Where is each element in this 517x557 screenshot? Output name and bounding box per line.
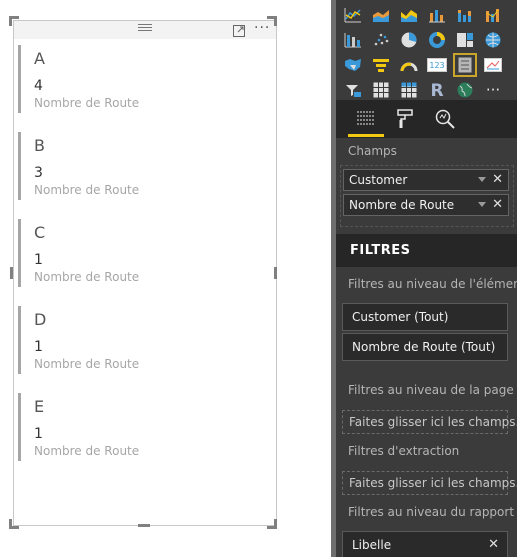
drop-zone-hint: Faites glisser ici les champs... (349, 415, 517, 429)
card-value: 3 (34, 165, 43, 181)
globe-icon[interactable] (454, 79, 476, 101)
svg-text:123: 123 (429, 61, 444, 70)
filter-card-libelle[interactable]: Libelle ✕ (342, 531, 508, 557)
filter-card-nombre-de-route[interactable]: Nombre de Route (Tout) (342, 333, 508, 361)
visual-header: ··· (14, 20, 276, 39)
ribbon-chart-icon[interactable] (482, 4, 504, 26)
visualizations-pane: 123 R ··· Champs Customer ✕ Nombre de Ro… (336, 0, 517, 557)
filled-map-icon[interactable] (342, 54, 364, 76)
donut-chart-icon[interactable] (426, 29, 448, 51)
chevron-down-icon[interactable] (478, 177, 486, 182)
r-visual-icon[interactable]: R (426, 79, 448, 101)
scatter-chart-icon[interactable] (370, 29, 392, 51)
resize-handle[interactable] (274, 16, 277, 26)
active-tab-indicator (348, 134, 384, 137)
field-well-customer[interactable]: Customer ✕ (343, 169, 509, 191)
area-chart-icon[interactable] (370, 4, 392, 26)
visual-filters-label: Filtres au niveau de l'élément... (348, 277, 517, 291)
svg-text:R: R (430, 81, 443, 99)
card-label: Nombre de Route (34, 270, 140, 284)
card-label: Nombre de Route (34, 96, 140, 110)
card-row[interactable]: B 3 Nombre de Route (18, 132, 221, 200)
matrix-icon[interactable] (398, 79, 420, 101)
kpi-icon[interactable] (482, 54, 504, 76)
remove-field-icon[interactable]: ✕ (492, 195, 503, 215)
pie-chart-icon[interactable] (398, 29, 420, 51)
card-row[interactable]: C 1 Nombre de Route (18, 219, 221, 287)
waterfall-chart-icon[interactable] (342, 29, 364, 51)
drillthrough-filters-label: Filtres d'extraction (348, 444, 460, 458)
table-icon[interactable] (370, 79, 392, 101)
filters-header: FILTRES (336, 234, 517, 267)
filters-title: FILTRES (350, 243, 411, 258)
card-value: 4 (34, 78, 43, 94)
stacked-area-chart-icon[interactable] (398, 4, 420, 26)
resize-handle[interactable] (274, 267, 277, 279)
card-row[interactable]: D 1 Nombre de Route (18, 306, 221, 374)
filter-label: Nombre de Route (Tout) (352, 340, 496, 354)
drillthrough-drop-zone[interactable]: Faites glisser ici les champs... (342, 471, 517, 495)
remove-field-icon[interactable]: ✕ (492, 170, 503, 190)
filter-label: Libelle (352, 538, 392, 552)
card-title: D (34, 310, 47, 329)
pane-tabs (336, 100, 517, 138)
filter-label: Customer (Tout) (352, 310, 449, 324)
gauge-icon[interactable] (398, 54, 420, 76)
card-label: Nombre de Route (34, 357, 140, 371)
card-row[interactable]: A 4 Nombre de Route (18, 45, 221, 113)
card-title: E (34, 397, 45, 416)
drop-zone-hint: Faites glisser ici les champs... (349, 476, 517, 490)
slicer-icon[interactable] (342, 79, 364, 101)
line-clustered-column-icon[interactable] (426, 4, 448, 26)
card-row[interactable]: E 1 Nombre de Route (18, 393, 221, 461)
report-canvas: ··· A 4 Nombre de Route B 3 Nombre de Ro… (0, 0, 331, 557)
chevron-down-icon[interactable] (478, 202, 486, 207)
field-name: Nombre de Route (349, 198, 455, 212)
filter-card-customer[interactable]: Customer (Tout) (342, 303, 508, 331)
treemap-icon[interactable] (454, 29, 476, 51)
resize-handle[interactable] (138, 524, 150, 527)
focus-mode-icon[interactable] (232, 23, 246, 37)
card-value: 1 (34, 339, 43, 355)
line-stacked-column-icon[interactable] (454, 4, 476, 26)
more-visuals-icon[interactable]: ··· (482, 79, 504, 101)
field-name: Customer (349, 173, 408, 187)
field-well-nombre-de-route[interactable]: Nombre de Route ✕ (343, 194, 509, 216)
resize-handle[interactable] (9, 16, 12, 26)
analytics-magnifier-icon[interactable] (431, 106, 459, 132)
funnel-icon[interactable] (370, 54, 392, 76)
card-label: Nombre de Route (34, 444, 140, 458)
drag-handle-icon[interactable] (138, 24, 152, 32)
multi-row-card-icon[interactable] (453, 53, 477, 77)
map-icon[interactable] (482, 29, 504, 51)
line-chart-icon[interactable] (342, 4, 364, 26)
page-filters-drop-zone[interactable]: Faites glisser ici les champs... (342, 410, 517, 434)
more-options-icon[interactable]: ··· (254, 20, 274, 36)
card-value: 1 (34, 252, 43, 268)
multi-row-card-visual[interactable]: ··· A 4 Nombre de Route B 3 Nombre de Ro… (13, 20, 277, 526)
fields-section-label: Champs (348, 144, 397, 158)
card-title: C (34, 223, 46, 242)
card-title: A (34, 49, 45, 68)
resize-handle[interactable] (9, 526, 19, 529)
resize-handle[interactable] (267, 526, 277, 529)
card-icon[interactable]: 123 (426, 54, 448, 76)
card-value: 1 (34, 426, 43, 442)
report-filters-label: Filtres au niveau du rapport (348, 505, 515, 519)
resize-handle[interactable] (10, 267, 13, 279)
card-title: B (34, 136, 45, 155)
remove-filter-icon[interactable]: ✕ (488, 532, 499, 557)
fields-tab-icon[interactable] (352, 106, 380, 132)
page-filters-label: Filtres au niveau de la page (348, 383, 514, 397)
card-label: Nombre de Route (34, 183, 140, 197)
format-paint-roller-icon[interactable] (391, 106, 419, 132)
